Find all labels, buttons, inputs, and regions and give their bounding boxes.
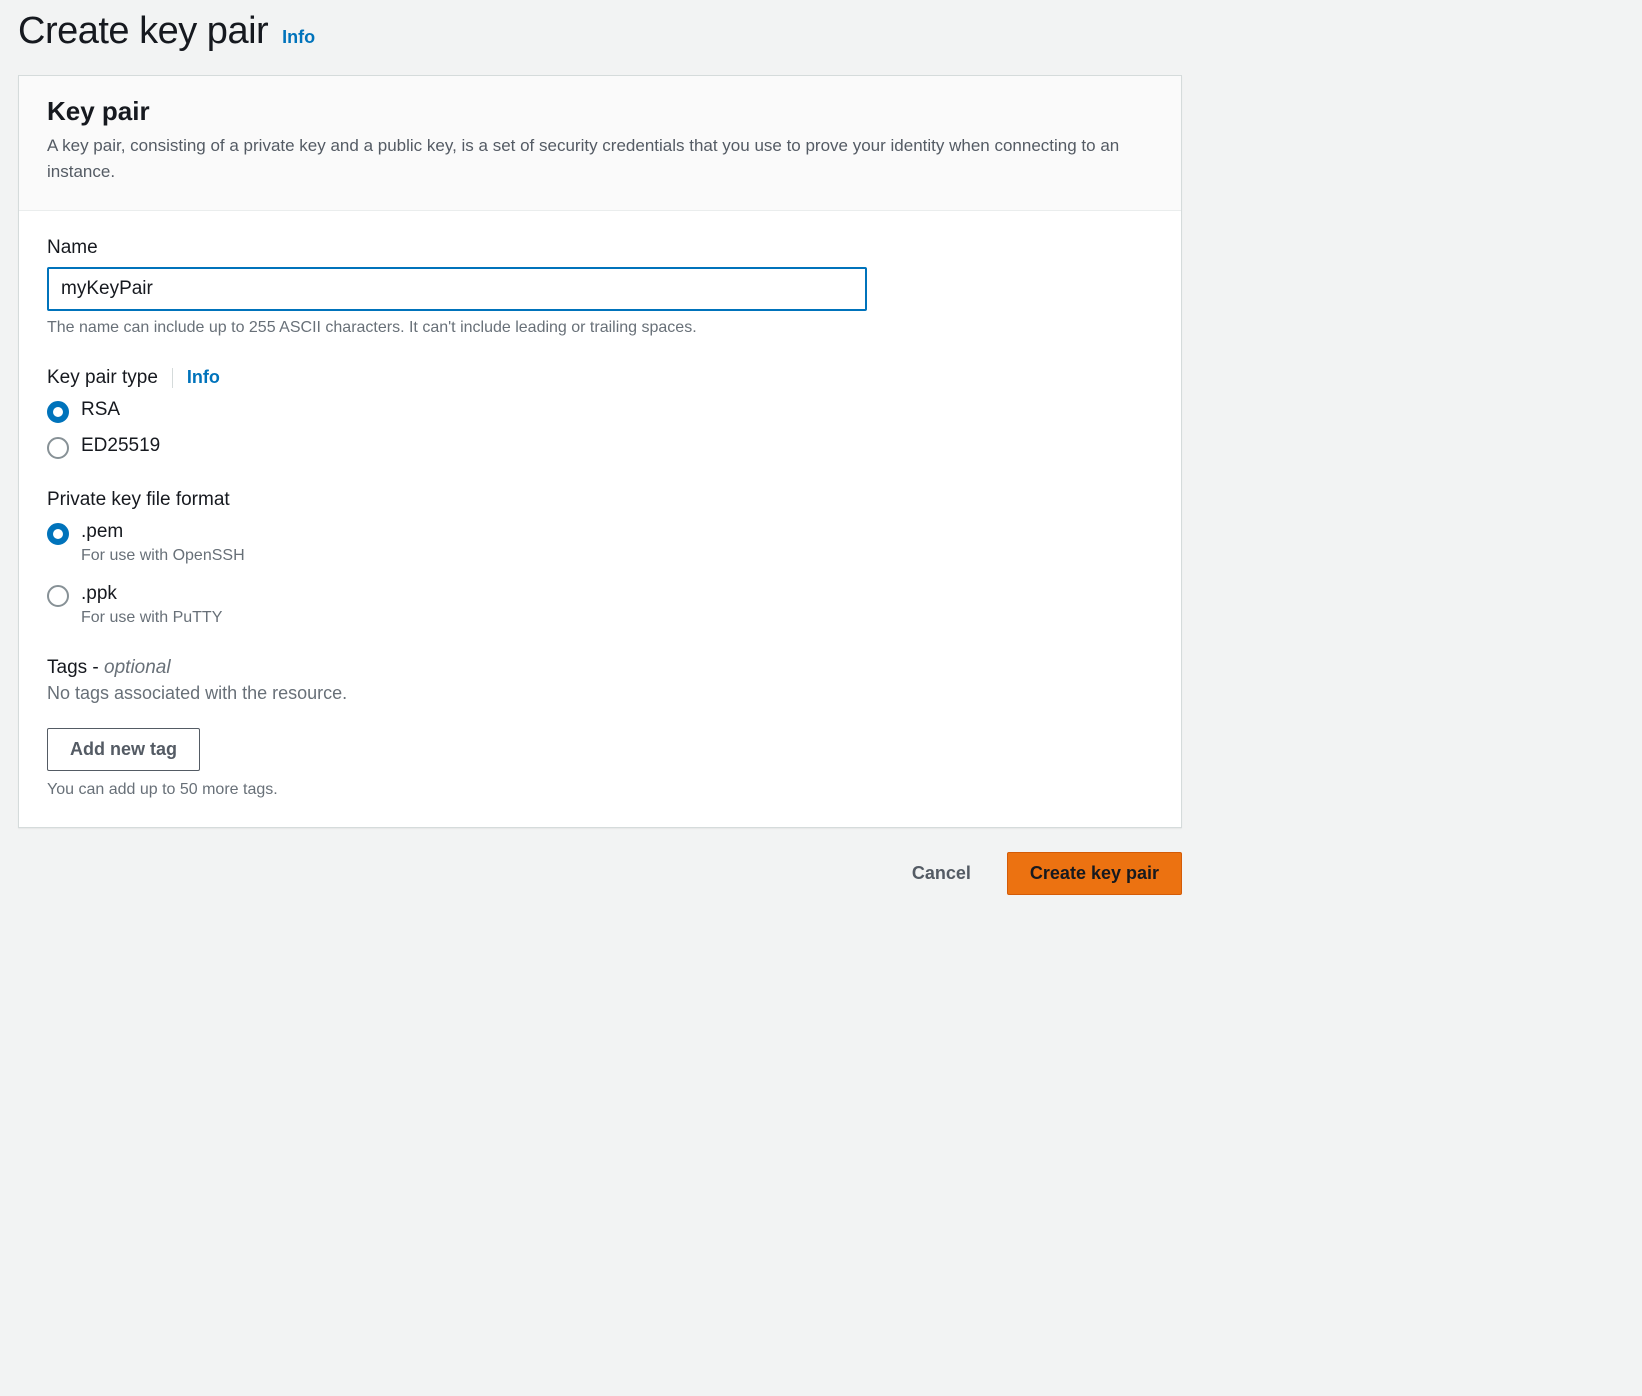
key-pair-panel: Key pair A key pair, consisting of a pri… xyxy=(18,75,1182,828)
radio-label: RSA xyxy=(81,399,120,421)
key-pair-type-label: Key pair type xyxy=(47,367,158,389)
add-new-tag-button[interactable]: Add new tag xyxy=(47,728,200,771)
file-format-field: Private key file format .pem For use wit… xyxy=(47,489,1153,627)
radio-option-rsa[interactable]: RSA xyxy=(47,399,1153,423)
radio-icon xyxy=(47,401,69,423)
tags-label: Tags - optional xyxy=(47,657,171,679)
tags-label-text: Tags - xyxy=(47,657,104,678)
radio-description: For use with OpenSSH xyxy=(81,547,245,565)
radio-option-ppk[interactable]: .ppk For use with PuTTY xyxy=(47,583,1153,627)
divider xyxy=(172,368,173,388)
footer-actions: Cancel Create key pair xyxy=(18,828,1182,895)
radio-option-pem[interactable]: .pem For use with OpenSSH xyxy=(47,521,1153,565)
tags-limit-text: You can add up to 50 more tags. xyxy=(47,781,1153,799)
cancel-button[interactable]: Cancel xyxy=(890,852,993,895)
tags-empty-text: No tags associated with the resource. xyxy=(47,683,1153,704)
radio-icon xyxy=(47,437,69,459)
file-format-label: Private key file format xyxy=(47,489,230,511)
name-input[interactable] xyxy=(47,267,867,311)
page-header: Create key pair Info xyxy=(18,0,1182,75)
create-key-pair-button[interactable]: Create key pair xyxy=(1007,852,1182,895)
radio-label: ED25519 xyxy=(81,435,160,457)
radio-option-ed25519[interactable]: ED25519 xyxy=(47,435,1153,459)
name-field: Name The name can include up to 255 ASCI… xyxy=(47,237,1153,337)
name-label: Name xyxy=(47,237,98,259)
panel-description: A key pair, consisting of a private key … xyxy=(47,133,1153,186)
radio-icon xyxy=(47,523,69,545)
radio-label: .ppk xyxy=(81,583,222,605)
key-pair-type-field: Key pair type Info RSA ED25519 xyxy=(47,367,1153,459)
radio-icon xyxy=(47,585,69,607)
name-hint: The name can include up to 255 ASCII cha… xyxy=(47,319,1153,337)
info-link-header[interactable]: Info xyxy=(282,27,315,48)
panel-title: Key pair xyxy=(47,96,1153,127)
page-title: Create key pair xyxy=(18,10,268,53)
tags-field: Tags - optional No tags associated with … xyxy=(47,657,1153,799)
panel-header: Key pair A key pair, consisting of a pri… xyxy=(19,76,1181,211)
radio-label: .pem xyxy=(81,521,245,543)
radio-description: For use with PuTTY xyxy=(81,609,222,627)
tags-optional-text: optional xyxy=(104,657,171,678)
info-link-type[interactable]: Info xyxy=(187,367,220,388)
